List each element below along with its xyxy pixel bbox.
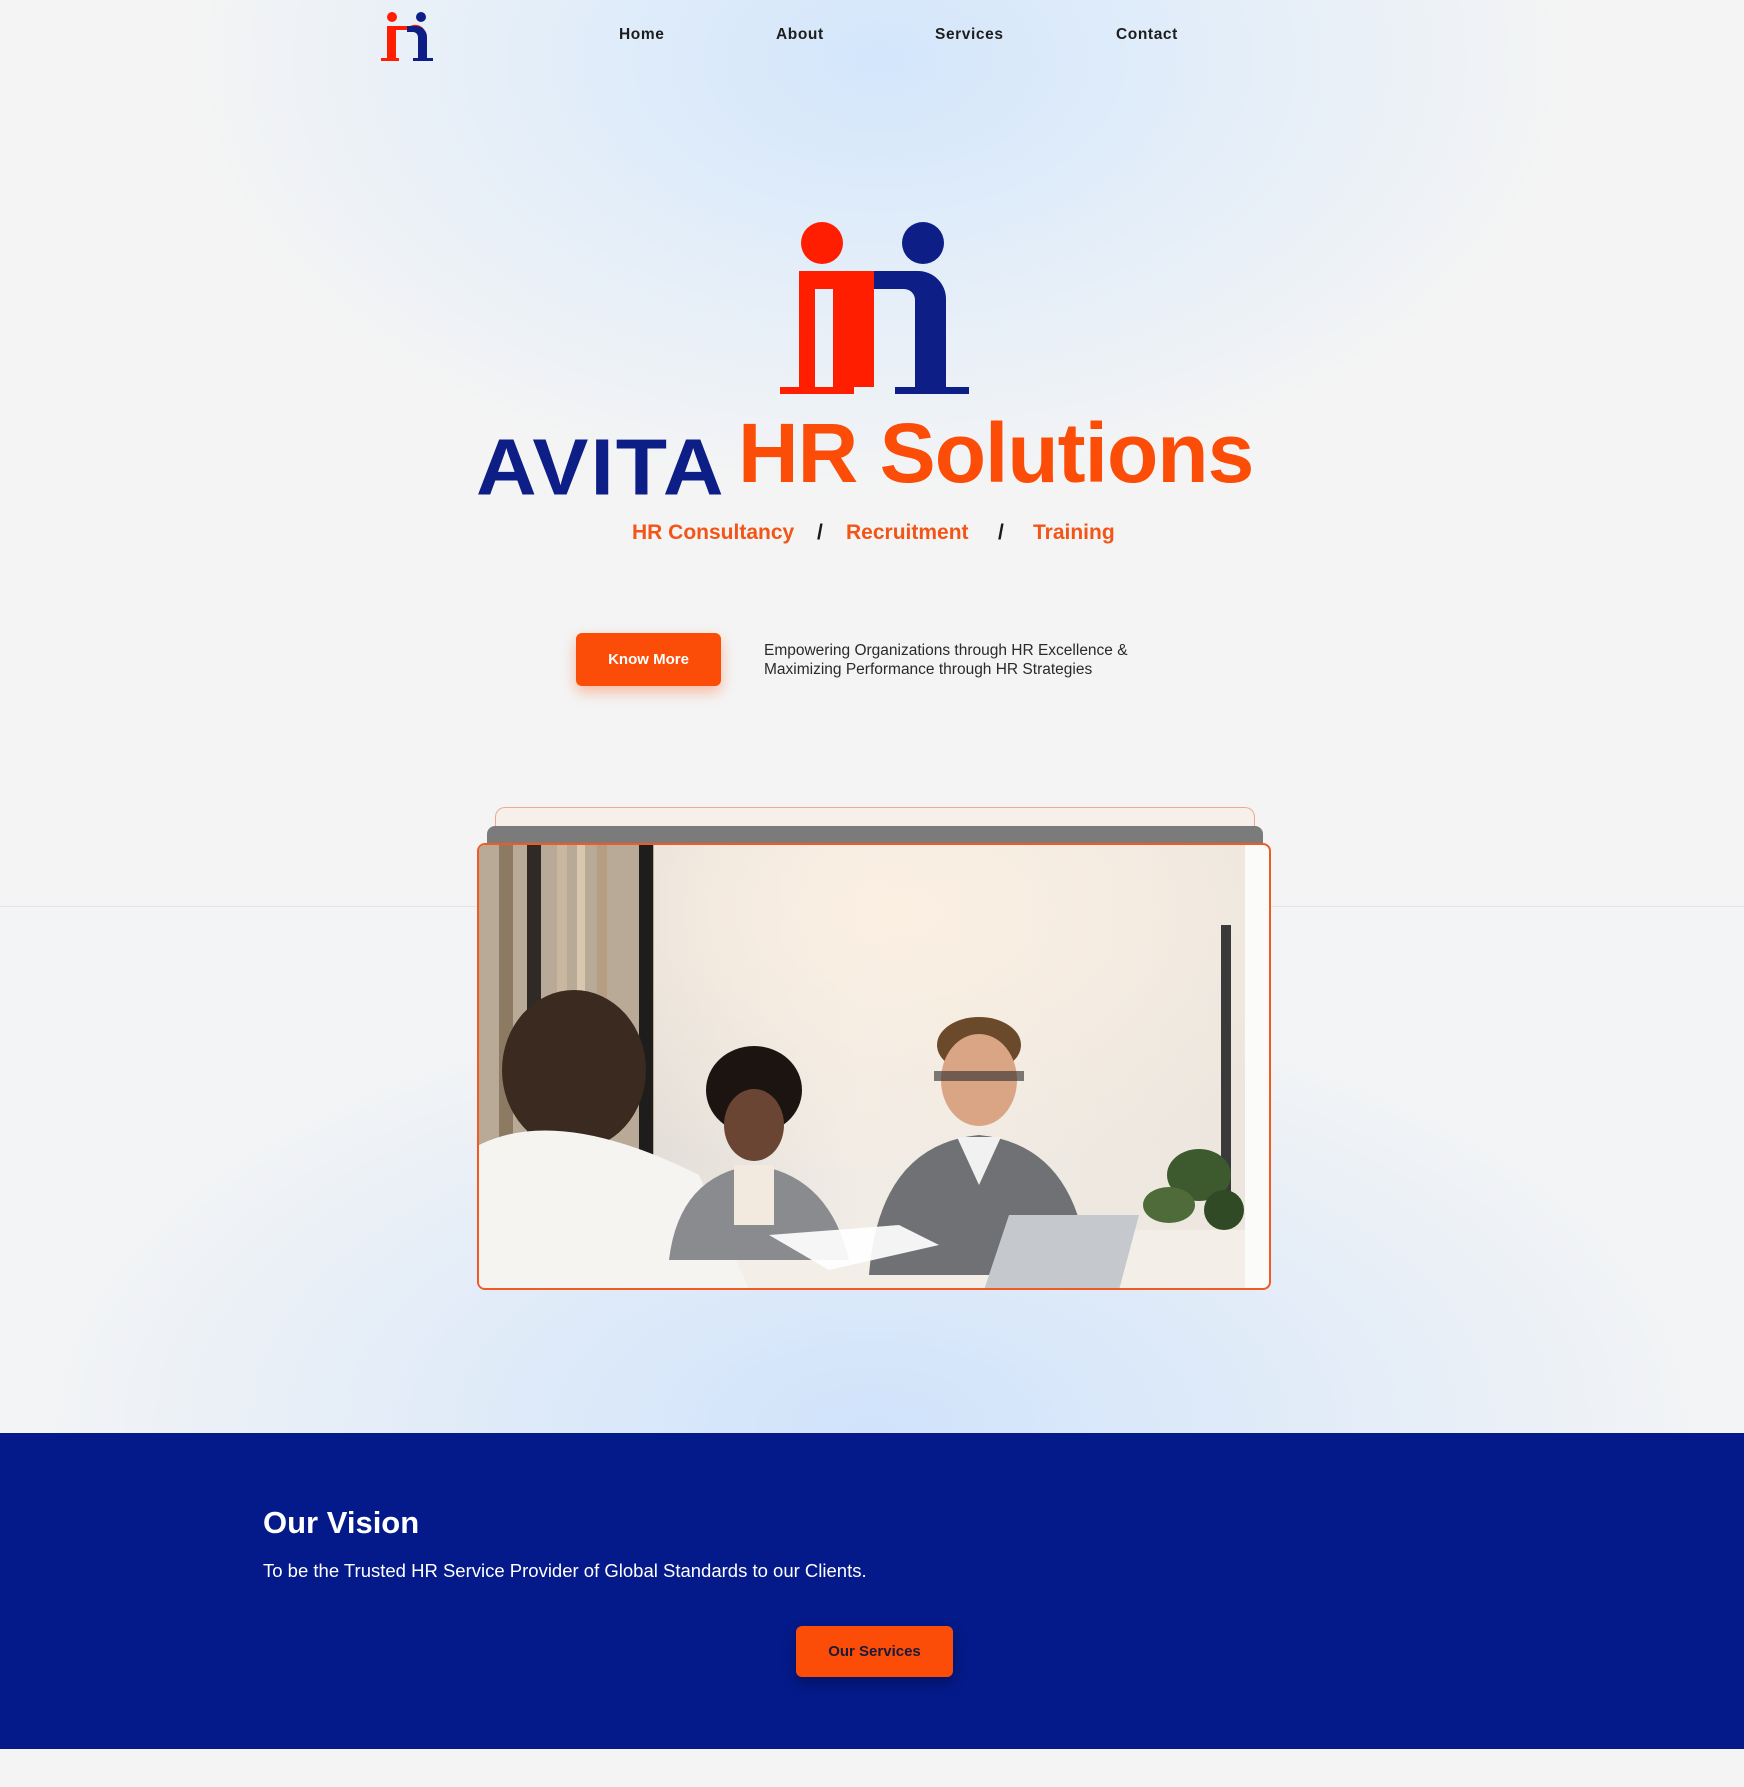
nav-services-link[interactable]: Services <box>935 26 1004 44</box>
service-tagline: HR Consultancy / Recruitment / Training <box>0 521 1744 549</box>
tag-hr-consultancy: HR Consultancy <box>632 521 795 544</box>
hero-photo-card <box>477 843 1271 1290</box>
hero-description: Empowering Organizations through HR Exce… <box>764 641 1184 679</box>
know-more-button[interactable]: Know More <box>576 633 721 686</box>
nav-about-link[interactable]: About <box>776 26 824 44</box>
main-nav: Home About Services Contact <box>0 26 1744 50</box>
hero-logo-mark-icon <box>780 222 969 394</box>
nav-home-link[interactable]: Home <box>619 26 664 44</box>
nav-contact-link[interactable]: Contact <box>1116 26 1178 44</box>
brand-hr-solutions: HR Solutions <box>738 406 1254 500</box>
vision-statement: To be the Trusted HR Service Provider of… <box>263 1560 867 1581</box>
office-meeting-photo <box>479 845 1245 1288</box>
vision-title: Our Vision <box>263 1505 420 1540</box>
tag-separator: / <box>817 521 823 544</box>
tag-separator: / <box>998 521 1004 544</box>
hero-description-line: Empowering Organizations through HR Exce… <box>764 642 1128 659</box>
hero-description-line: Maximizing Performance through HR Strate… <box>764 661 1093 678</box>
brand-wordmark: AVITA HR Solutions <box>0 405 1744 507</box>
tag-recruitment: Recruitment <box>846 521 969 544</box>
vision-section: Our Vision To be the Trusted HR Service … <box>0 1433 1744 1749</box>
our-services-button[interactable]: Our Services <box>796 1626 953 1677</box>
brand-avita: AVITA <box>476 422 726 512</box>
tag-training: Training <box>1033 521 1115 544</box>
